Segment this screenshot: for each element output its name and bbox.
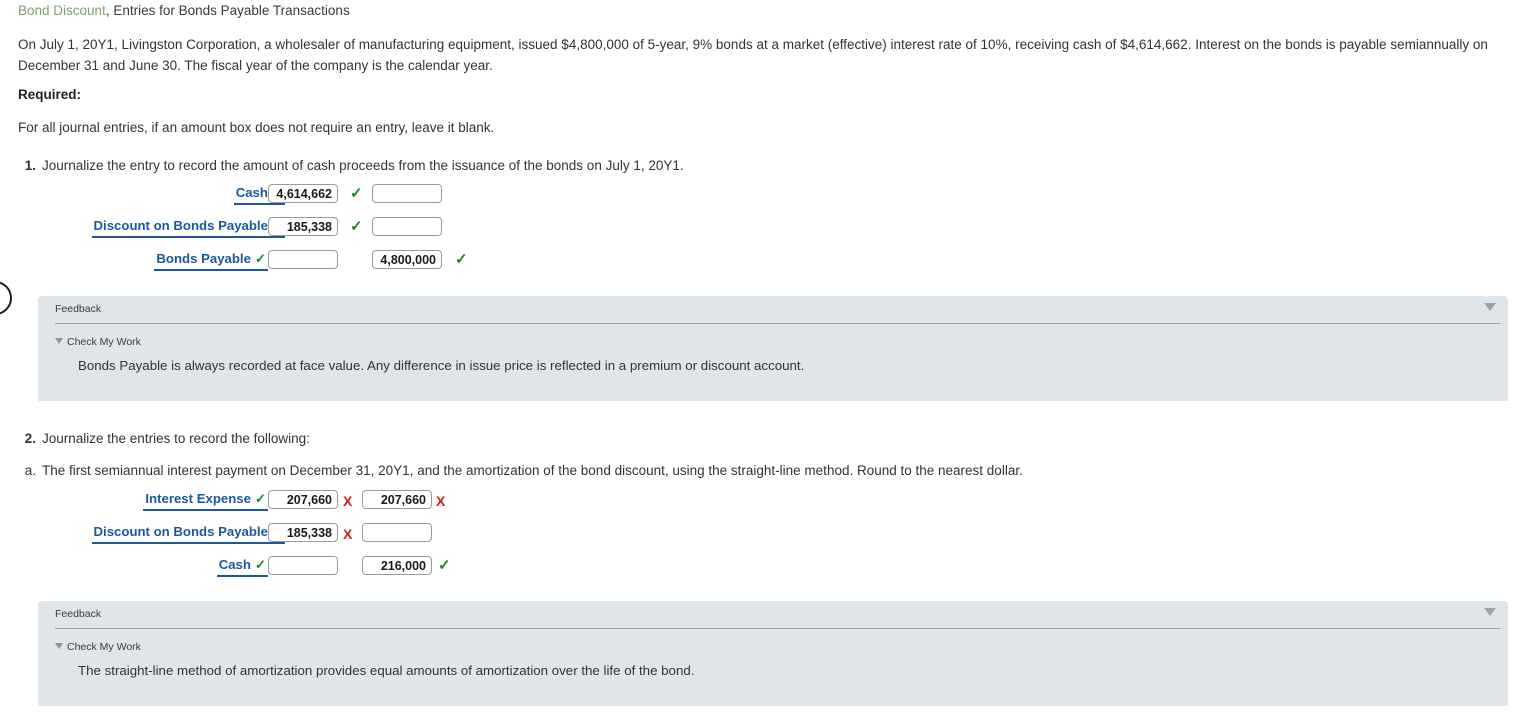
account-label: Bonds Payable bbox=[156, 251, 251, 266]
check-icon: ✓ bbox=[254, 251, 266, 266]
requirement-1: 1. Journalize the entry to record the amo… bbox=[18, 158, 684, 173]
credit-input[interactable] bbox=[362, 556, 432, 575]
account-label: Cash bbox=[218, 557, 251, 572]
blank-entry-note: For all journal entries, if an amount bo… bbox=[18, 120, 495, 135]
caret-down-icon bbox=[55, 643, 63, 649]
credit-input[interactable] bbox=[372, 217, 442, 236]
check-icon: ✓ bbox=[455, 251, 468, 268]
check-icon: ✓ bbox=[254, 491, 266, 506]
debit-input[interactable] bbox=[268, 556, 338, 575]
requirement-2a-number: a. bbox=[24, 463, 36, 478]
check-my-work-label: Check My Work bbox=[67, 641, 141, 653]
check-my-work-toggle[interactable]: Check My Work bbox=[55, 641, 141, 653]
check-icon: ✓ bbox=[438, 557, 451, 574]
check-my-work-toggle[interactable]: Check My Work bbox=[55, 336, 141, 348]
requirement-2-number: 2. bbox=[24, 431, 36, 446]
account-select-interest-expense[interactable]: Interest Expense ✓ bbox=[143, 490, 268, 511]
requirement-2a-text: The first semiannual interest payment on… bbox=[42, 463, 1023, 478]
account-select-discount-on-bonds-payable[interactable]: Discount on Bonds Payable✓ bbox=[91, 523, 285, 544]
cross-icon: X bbox=[343, 526, 353, 542]
debit-input[interactable] bbox=[268, 250, 338, 269]
account-cell: Discount on Bonds Payable✓ bbox=[40, 523, 285, 547]
caret-down-icon bbox=[55, 338, 63, 344]
check-icon: ✓ bbox=[254, 557, 266, 572]
account-cell: Cash✓ bbox=[40, 556, 268, 580]
account-select-bonds-payable[interactable]: Bonds Payable ✓ bbox=[154, 250, 268, 271]
divider bbox=[55, 628, 1500, 629]
check-my-work-label: Check My Work bbox=[67, 336, 141, 348]
chevron-down-icon[interactable] bbox=[1484, 608, 1496, 616]
requirement-1-text: Journalize the entry to record the amoun… bbox=[42, 158, 684, 173]
edge-widget-icon bbox=[0, 281, 12, 315]
feedback-panel-1: Feedback Check My Work Bonds Payable is … bbox=[38, 296, 1508, 401]
account-cell: Interest Expense ✓ bbox=[40, 490, 268, 514]
chevron-down-icon[interactable] bbox=[1484, 303, 1496, 311]
debit-input[interactable] bbox=[268, 490, 338, 509]
credit-input[interactable] bbox=[372, 250, 442, 269]
feedback-body: The straight-line method of amortization… bbox=[78, 663, 695, 678]
account-label: Interest Expense bbox=[145, 491, 251, 506]
feedback-title: Feedback bbox=[55, 608, 102, 620]
page-title-emphasis: Bond Discount bbox=[18, 3, 106, 18]
debit-input[interactable] bbox=[268, 523, 338, 542]
account-label: Discount on Bonds Payable bbox=[93, 218, 268, 233]
account-cell: Cash✓ bbox=[40, 184, 285, 208]
requirement-2a: a. The first semiannual interest payment … bbox=[18, 463, 1023, 478]
required-label: Required: bbox=[18, 87, 82, 102]
debit-input[interactable] bbox=[268, 217, 338, 236]
requirement-1-number: 1. bbox=[24, 158, 36, 173]
credit-input[interactable] bbox=[362, 523, 432, 542]
feedback-panel-2: Feedback Check My Work The straight-line… bbox=[38, 601, 1508, 706]
page-title-rest: , Entries for Bonds Payable Transactions bbox=[105, 3, 350, 18]
account-cell: Discount on Bonds Payable✓ bbox=[40, 217, 285, 241]
credit-input[interactable] bbox=[362, 490, 432, 509]
feedback-title: Feedback bbox=[55, 303, 102, 315]
account-select-discount-on-bonds-payable[interactable]: Discount on Bonds Payable✓ bbox=[91, 217, 285, 238]
check-icon: ✓ bbox=[350, 185, 363, 202]
account-select-cash[interactable]: Cash✓ bbox=[216, 556, 268, 577]
check-icon: ✓ bbox=[350, 218, 363, 235]
account-label: Cash bbox=[235, 185, 268, 200]
cross-icon: X bbox=[436, 493, 446, 509]
problem-statement: On July 1, 20Y1, Livingston Corporation,… bbox=[18, 37, 1488, 73]
divider bbox=[55, 323, 1500, 324]
requirement-2: 2. Journalize the entries to record the f… bbox=[18, 431, 310, 446]
requirement-2-text: Journalize the entries to record the fol… bbox=[42, 431, 310, 446]
debit-input[interactable] bbox=[268, 184, 338, 203]
account-label: Discount on Bonds Payable bbox=[93, 524, 268, 539]
credit-input[interactable] bbox=[372, 184, 442, 203]
page-title: Bond Discount, Entries for Bonds Payable… bbox=[18, 3, 350, 18]
cross-icon: X bbox=[343, 493, 353, 509]
feedback-body: Bonds Payable is always recorded at face… bbox=[78, 358, 805, 373]
account-cell: Bonds Payable ✓ bbox=[40, 250, 268, 274]
